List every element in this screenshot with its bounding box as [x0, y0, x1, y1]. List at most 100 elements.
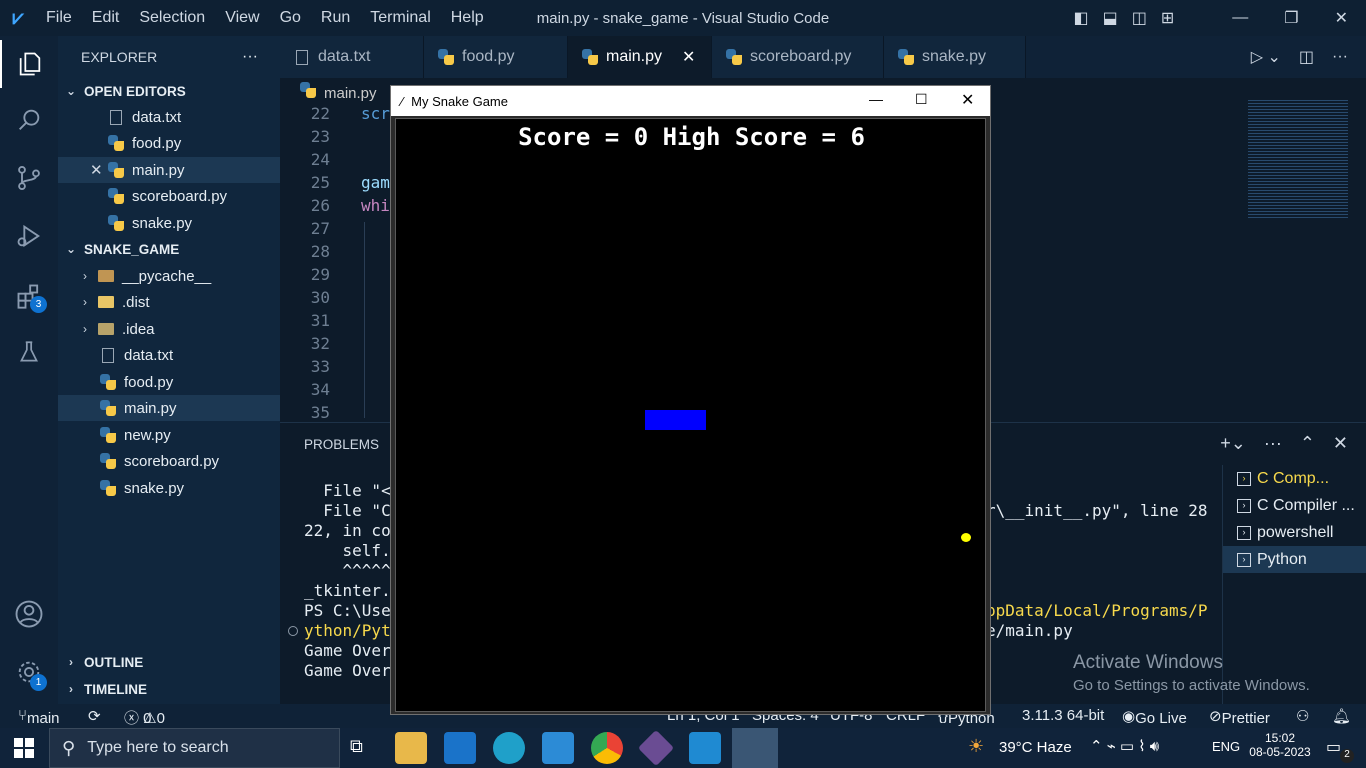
toggle-secondary-sidebar-icon[interactable]: ◫	[1132, 8, 1147, 28]
customize-layout-icon[interactable]: ⊞	[1161, 8, 1174, 28]
editor-more-icon[interactable]: ···	[1332, 48, 1348, 66]
notification-center-icon[interactable]: ▭	[1326, 737, 1341, 757]
toggle-panel-icon[interactable]: ⬓	[1103, 8, 1118, 28]
menu-edit[interactable]: Edit	[82, 9, 130, 27]
file-item[interactable]: food.py	[58, 369, 280, 395]
tab-scoreboard-py[interactable]: scoreboard.py	[712, 36, 884, 78]
close-editor-icon[interactable]: ✕	[90, 161, 108, 179]
terminal-item-active[interactable]: › Python	[1223, 546, 1366, 573]
sync-icon[interactable]: ⟳	[88, 707, 101, 725]
code-line: gam	[361, 173, 390, 192]
folder-item[interactable]: › .dist	[58, 289, 280, 315]
run-debug-icon[interactable]	[0, 212, 58, 260]
testing-icon[interactable]	[0, 328, 58, 376]
file-item[interactable]: scoreboard.py	[58, 448, 280, 474]
menu-run[interactable]: Run	[311, 9, 360, 27]
file-item[interactable]: new.py	[58, 422, 280, 448]
taskbar-search-box[interactable]: ⚲ Type here to search	[49, 728, 340, 768]
tab-main-py[interactable]: main.py ✕	[568, 36, 712, 78]
open-editors-header[interactable]: ⌄ OPEN EDITORS	[64, 78, 286, 104]
tab-data-txt[interactable]: data.txt	[280, 36, 424, 78]
edge-browser-icon[interactable]	[493, 732, 525, 764]
terminal-line: Game Over	[304, 661, 391, 680]
minimize-icon[interactable]: —	[1232, 9, 1248, 27]
maximize-panel-icon[interactable]: ⌃	[1300, 433, 1315, 454]
folder-item[interactable]: › .idea	[58, 316, 280, 342]
menu-view[interactable]: View	[215, 9, 269, 27]
python-file-icon	[100, 453, 116, 469]
split-editor-icon[interactable]: ◫	[1299, 47, 1314, 67]
mail-icon[interactable]	[444, 732, 476, 764]
minimize-icon[interactable]: —	[869, 91, 883, 107]
maximize-icon[interactable]: ☐	[915, 91, 928, 108]
timeline-header[interactable]: › TIMELINE	[64, 676, 286, 702]
panel-more-icon[interactable]: ···	[1264, 433, 1282, 454]
folder-item[interactable]: › __pycache__	[58, 263, 280, 289]
restore-icon[interactable]: ❐	[1262, 8, 1320, 28]
menu-file[interactable]: File	[36, 9, 82, 27]
explorer-icon[interactable]	[0, 40, 58, 88]
terminal-item[interactable]: › C Compiler ...	[1223, 492, 1366, 519]
menu-go[interactable]: Go	[270, 9, 311, 27]
new-terminal-icon[interactable]: +⌄	[1220, 433, 1246, 454]
chrome-icon[interactable]	[591, 732, 623, 764]
close-icon[interactable]: ✕	[961, 90, 974, 110]
task-view-icon[interactable]: ⧉	[350, 736, 363, 757]
prettier-status[interactable]: ⊘ Prettier	[1209, 707, 1270, 727]
project-header[interactable]: ⌄ SNAKE_GAME	[64, 236, 286, 262]
language-indicator[interactable]: ENG	[1212, 739, 1240, 754]
open-editor-item[interactable]: data.txt	[58, 104, 280, 130]
snake-window-titlebar[interactable]: ⁄ My Snake Game — ☐ ✕	[391, 86, 990, 116]
close-icon[interactable]: ✕	[1335, 8, 1348, 28]
python-file-icon	[100, 480, 116, 496]
menu-terminal[interactable]: Terminal	[360, 9, 440, 27]
notification-count: 2	[1340, 749, 1354, 763]
interpreter-status[interactable]: 3.11.3 64-bit	[1022, 707, 1104, 724]
menu-selection[interactable]: Selection	[129, 9, 215, 27]
problems-status[interactable]: ⓧ 0 ⚠ 0	[124, 707, 165, 728]
toggle-sidebar-icon[interactable]: ◧	[1073, 8, 1088, 28]
menu-help[interactable]: Help	[441, 9, 494, 27]
source-control-icon[interactable]	[0, 154, 58, 202]
open-editor-item-active[interactable]: ✕ main.py	[58, 157, 280, 183]
feedback-icon[interactable]: ⚇	[1296, 707, 1309, 725]
file-explorer-icon[interactable]	[395, 732, 427, 764]
extensions-icon[interactable]: 3	[0, 272, 58, 320]
game-canvas[interactable]: Score = 0 High Score = 6	[395, 118, 986, 712]
store-icon[interactable]	[542, 732, 574, 764]
tab-problems[interactable]: PROBLEMS	[304, 437, 379, 452]
accounts-icon[interactable]	[0, 590, 58, 638]
notifications-bell-icon[interactable]: 🔔︎	[1332, 707, 1351, 725]
search-icon: ⚲	[62, 737, 76, 758]
file-item[interactable]: data.txt	[58, 342, 280, 368]
terminal-item[interactable]: › powershell	[1223, 519, 1366, 546]
terminal-item[interactable]: › C Comp...	[1223, 465, 1366, 492]
git-icon[interactable]	[637, 729, 675, 767]
open-editor-item[interactable]: snake.py	[58, 210, 280, 236]
close-tab-icon[interactable]: ✕	[682, 47, 695, 67]
clock[interactable]: 15:02 08-05-2023	[1248, 731, 1312, 759]
open-editor-item[interactable]: food.py	[58, 130, 280, 156]
vscode-taskbar-icon[interactable]	[689, 732, 721, 764]
file-item[interactable]: snake.py	[58, 475, 280, 501]
open-editor-item[interactable]: scoreboard.py	[58, 183, 280, 209]
weather-text[interactable]: 39°C Haze	[999, 739, 1072, 756]
python-taskbar-icon[interactable]	[732, 728, 778, 768]
file-item-active[interactable]: main.py	[58, 395, 280, 421]
settings-gear-icon[interactable]: 1	[0, 648, 58, 696]
tab-snake-py[interactable]: snake.py	[884, 36, 1026, 78]
command-decoration-icon[interactable]	[288, 626, 298, 636]
minimap[interactable]	[1248, 98, 1348, 218]
system-tray-icons[interactable]: ⌃ ⌁ ▭ ⌇ 🔊︎	[1090, 737, 1159, 755]
branch-status[interactable]: ⑂ main	[18, 707, 60, 727]
more-actions-icon[interactable]: ···	[242, 48, 258, 66]
search-icon[interactable]	[0, 96, 58, 144]
breadcrumb[interactable]: main.py	[300, 82, 377, 102]
run-file-icon[interactable]: ▷ ⌄	[1251, 47, 1281, 67]
tab-food-py[interactable]: food.py	[424, 36, 568, 78]
close-panel-icon[interactable]: ✕	[1333, 433, 1348, 454]
editor-tabs: data.txt food.py main.py ✕ scoreboard.py …	[280, 36, 1366, 78]
outline-header[interactable]: › OUTLINE	[64, 649, 286, 675]
go-live-button[interactable]: ◉ Go Live	[1122, 707, 1187, 727]
windows-start-icon[interactable]	[14, 738, 34, 758]
